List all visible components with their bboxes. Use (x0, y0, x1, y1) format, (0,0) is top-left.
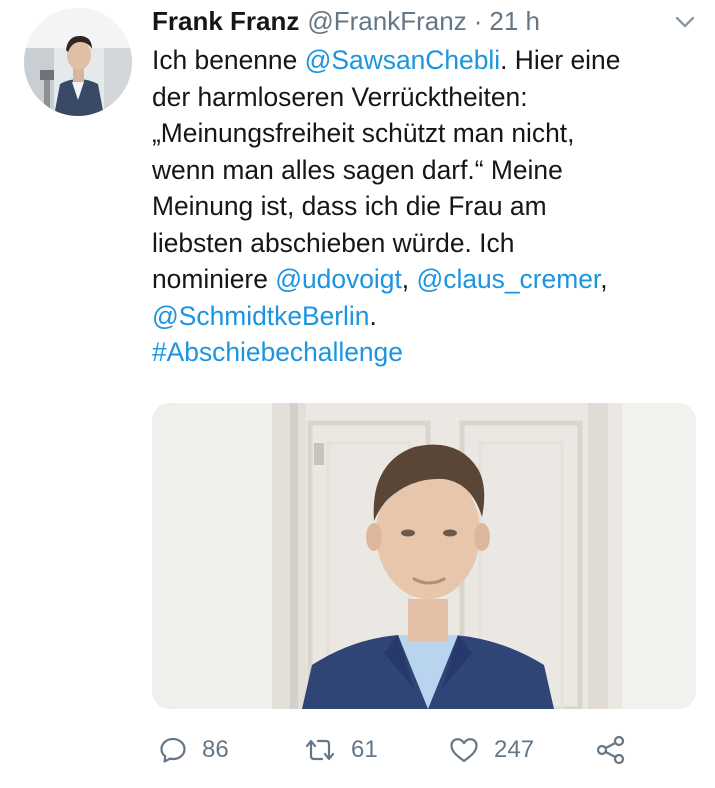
tweet-menu-button[interactable] (674, 14, 696, 30)
hashtag-link[interactable]: #Abschiebechallenge (152, 337, 403, 367)
reply-icon (160, 737, 186, 763)
text-segment: Ich benenne (152, 45, 305, 75)
display-name[interactable]: Frank Franz (152, 4, 299, 38)
reply-button[interactable]: 86 (158, 728, 229, 772)
tweet-text-line: #Abschiebechallenge (152, 334, 700, 371)
retweet-icon (305, 739, 335, 761)
like-button[interactable]: 247 (448, 728, 534, 772)
separator-dot: · (473, 6, 483, 36)
heart-icon (450, 738, 478, 763)
tweet-text-line: der harmloseren Verrücktheiten: (152, 81, 528, 112)
tweet-text-line: @SchmidtkeBerlin. (152, 298, 700, 335)
text-segment: , (401, 264, 417, 294)
text-segment: . Hier eine (500, 45, 621, 75)
tweet-text-line: wenn man alles sagen darf.“ Meine (152, 154, 563, 185)
mention-link[interactable]: @SawsanChebli (305, 45, 501, 75)
like-count: 247 (494, 736, 535, 763)
text-segment: . (369, 300, 377, 331)
share-icon (596, 735, 625, 765)
tweet-text-line: Meinung ist, dass ich die Frau am (152, 191, 547, 221)
share-button[interactable] (594, 728, 628, 772)
user-handle[interactable]: @FrankFranz (307, 4, 466, 38)
retweet-count: 61 (351, 736, 378, 763)
retweet-button[interactable]: 61 (303, 728, 378, 772)
tweet-text: Ich benenne @SawsanChebli. Hier eine der… (152, 42, 700, 371)
mention-link[interactable]: @claus_cremer (416, 264, 600, 294)
avatar[interactable] (24, 8, 132, 116)
tweet-media-image[interactable] (152, 403, 696, 709)
tweet-text-line: liebsten abschieben würde. Ich (152, 227, 515, 258)
mention-link[interactable]: @udovoigt (275, 264, 402, 294)
media-photo (152, 403, 696, 709)
timestamp[interactable]: 21 h (489, 4, 540, 38)
text-segment: nominiere (152, 264, 276, 294)
tweet-header: Frank Franz @FrankFranz · 21 h (152, 4, 540, 38)
tweet-actions: 86 61 247 (0, 728, 715, 772)
tweet-text-line: Ich benenne @SawsanChebli. Hier eine (152, 42, 700, 79)
reply-count: 86 (202, 736, 229, 763)
tweet-text-line: „Meinungsfreiheit schützt man nicht, (152, 118, 575, 148)
tweet-text-line: nominiere @udovoigt, @claus_cremer, (152, 261, 700, 298)
text-segment: , (600, 264, 608, 294)
chevron-down-icon (675, 16, 695, 28)
mention-link[interactable]: @SchmidtkeBerlin (152, 301, 369, 331)
tweet[interactable]: Frank Franz @FrankFranz · 21 h Ich benen… (0, 0, 715, 788)
avatar-photo (24, 8, 132, 116)
